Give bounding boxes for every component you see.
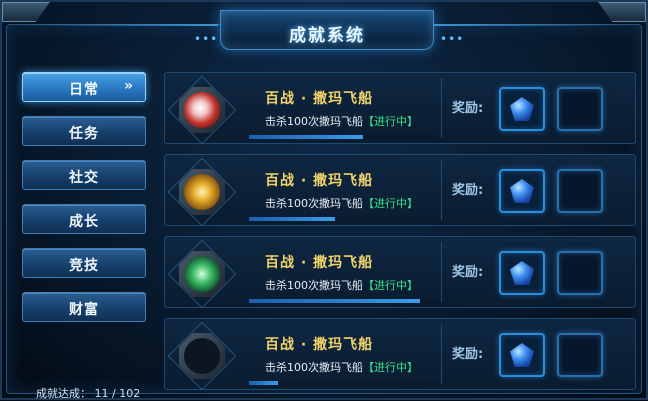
achievement-name: 百战 · 撒玛飞船 (265, 173, 374, 189)
reward-slot[interactable] (499, 251, 545, 295)
reward-slot-empty[interactable] (557, 251, 603, 295)
row-divider (441, 160, 442, 220)
achievement-row[interactable]: 百战 · 撒玛飞船 击杀100次撒玛飞船【进行中】 奖励: (164, 154, 636, 227)
frame-corner-right (598, 2, 646, 22)
achievement-desc: 击杀100次撒玛飞船【进行中】 (265, 279, 418, 292)
achievement-window: 成就系统 ••• ••• 日常 » 任务 社交 成长 竞技 财富 成就达成： 1… (0, 0, 648, 400)
reward-slot[interactable] (499, 169, 545, 213)
gold-sun-badge-icon (167, 157, 237, 227)
row-divider (441, 324, 442, 384)
red-swirl-badge-icon (167, 75, 237, 145)
achievement-name: 百战 · 撒玛飞船 (265, 255, 374, 271)
reward-label: 奖励: (452, 265, 484, 280)
progress-fill (249, 135, 363, 139)
achievement-desc: 击杀100次撒玛飞船【进行中】 (265, 361, 418, 374)
blue-gem-icon (510, 179, 534, 203)
progress-fill (249, 299, 420, 303)
reward-slot-empty[interactable] (557, 87, 603, 131)
achievement-row[interactable]: 百战 · 撒玛飞船 击杀100次撒玛飞船【进行中】 奖励: (164, 72, 636, 145)
reward-label: 奖励: (452, 183, 484, 198)
reward-label: 奖励: (452, 101, 484, 116)
tab-label: 竞技 (69, 258, 99, 274)
reward-label: 奖励: (452, 347, 484, 362)
row-divider (441, 242, 442, 302)
title-tab: 成就系统 (220, 10, 434, 50)
progress-bar (249, 381, 439, 385)
achievement-name: 百战 · 撒玛飞船 (265, 91, 374, 107)
blue-gem-icon (510, 261, 534, 285)
tab-label: 任务 (69, 126, 99, 142)
tab-social[interactable]: 社交 (22, 160, 146, 190)
reward-slot-empty[interactable] (557, 333, 603, 377)
tab-wealth[interactable]: 财富 (22, 292, 146, 322)
double-chevron-right-icon: » (123, 78, 133, 94)
window-title: 成就系统 (289, 26, 365, 46)
achievement-count: 成就达成： 11 / 102 (36, 387, 141, 400)
reward-slot-empty[interactable] (557, 169, 603, 213)
tab-competition[interactable]: 竞技 (22, 248, 146, 278)
tab-label: 社交 (69, 170, 99, 186)
blue-gem-icon (510, 97, 534, 121)
blue-gem-icon (510, 343, 534, 367)
tab-label: 财富 (69, 302, 99, 318)
achievement-name: 百战 · 撒玛飞船 (265, 337, 374, 353)
progress-bar (249, 217, 439, 221)
achievement-row[interactable]: 百战 · 撒玛飞船 击杀100次撒玛飞船【进行中】 奖励: (164, 236, 636, 309)
row-divider (441, 78, 442, 138)
achievement-desc: 击杀100次撒玛飞船【进行中】 (265, 115, 418, 128)
reward-slot[interactable] (499, 333, 545, 377)
tab-label: 成长 (69, 214, 99, 230)
green-vortex-badge-icon (167, 239, 237, 309)
frame-corner-left (2, 2, 50, 22)
tab-growth[interactable]: 成长 (22, 204, 146, 234)
progress-fill (249, 381, 278, 385)
reward-slot[interactable] (499, 87, 545, 131)
achievement-desc: 击杀100次撒玛飞船【进行中】 (265, 197, 418, 210)
status-badge: 【进行中】 (363, 115, 418, 128)
title-divider-left (22, 24, 218, 26)
progress-bar (249, 299, 439, 303)
title-dots-left: ••• (194, 32, 219, 46)
progress-bar (249, 135, 439, 139)
title-dots-right: ••• (440, 32, 465, 46)
status-badge: 【进行中】 (363, 361, 418, 374)
title-divider-right (430, 24, 626, 26)
status-badge: 【进行中】 (363, 279, 418, 292)
achievement-row[interactable]: 百战 · 撒玛飞船 击杀100次撒玛飞船【进行中】 奖励: (164, 318, 636, 391)
status-badge: 【进行中】 (363, 197, 418, 210)
progress-fill (249, 217, 335, 221)
tab-daily[interactable]: 日常 » (22, 72, 146, 102)
empty-badge-frame-icon (167, 321, 237, 391)
tab-tasks[interactable]: 任务 (22, 116, 146, 146)
